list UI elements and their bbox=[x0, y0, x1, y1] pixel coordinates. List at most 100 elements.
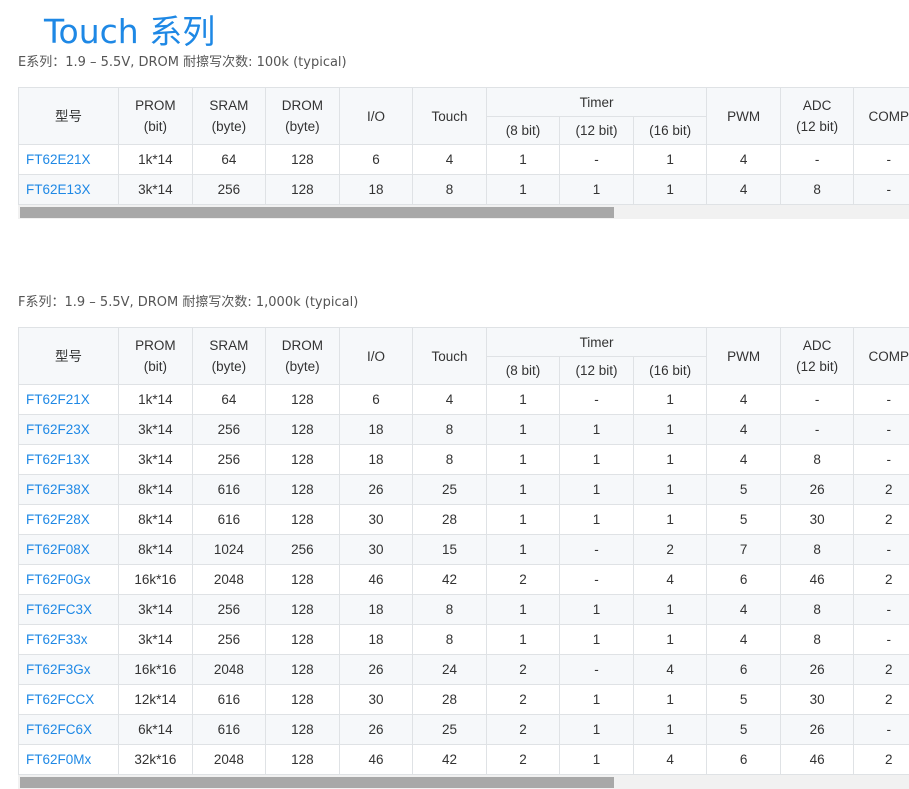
cell-timer-8bit: 2 bbox=[486, 715, 560, 745]
cell-sram: 616 bbox=[192, 685, 266, 715]
cell-pwm: 5 bbox=[707, 475, 781, 505]
series-e-scrollbar-thumb[interactable] bbox=[20, 207, 614, 218]
col-header-comp: COMP bbox=[854, 328, 909, 385]
cell-comp: - bbox=[854, 445, 909, 475]
col-header-prom: PROM(bit) bbox=[119, 88, 193, 145]
cell-prom: 1k*14 bbox=[119, 145, 193, 175]
series-e-horizontal-scrollbar[interactable] bbox=[18, 205, 909, 219]
cell-adc: - bbox=[780, 415, 854, 445]
cell-touch: 8 bbox=[413, 625, 487, 655]
model-link[interactable]: FT62E21X bbox=[19, 145, 119, 175]
cell-touch: 42 bbox=[413, 745, 487, 775]
model-link[interactable]: FT62FC6X bbox=[19, 715, 119, 745]
cell-drom: 128 bbox=[266, 655, 340, 685]
col-header-adc: ADC(12 bit) bbox=[780, 328, 854, 385]
series-f-horizontal-scrollbar[interactable] bbox=[18, 775, 909, 789]
cell-drom: 128 bbox=[266, 745, 340, 775]
series-e-description: E系列：1.9 – 5.5V, DROM 耐擦写次数: 100k (typica… bbox=[18, 54, 347, 72]
cell-drom: 128 bbox=[266, 505, 340, 535]
col-header-model: 型号 bbox=[19, 328, 119, 385]
cell-timer-12bit: 1 bbox=[560, 175, 634, 205]
col-header-timer-16bit: (16 bit) bbox=[633, 117, 707, 145]
cell-adc: 8 bbox=[780, 175, 854, 205]
table-row: FT62FC3X3k*1425612818811148- bbox=[19, 595, 909, 625]
col-header-io: I/O bbox=[339, 328, 413, 385]
cell-sram: 64 bbox=[192, 145, 266, 175]
model-link[interactable]: FT62F23X bbox=[19, 415, 119, 445]
col-header-sram: SRAM(byte) bbox=[192, 88, 266, 145]
cell-pwm: 4 bbox=[707, 625, 781, 655]
col-header-timer: Timer bbox=[486, 88, 707, 117]
cell-pwm: 5 bbox=[707, 715, 781, 745]
cell-drom: 128 bbox=[266, 595, 340, 625]
cell-pwm: 5 bbox=[707, 505, 781, 535]
cell-prom: 3k*14 bbox=[119, 625, 193, 655]
cell-timer-16bit: 2 bbox=[633, 535, 707, 565]
cell-timer-16bit: 1 bbox=[633, 505, 707, 535]
cell-adc: 26 bbox=[780, 655, 854, 685]
cell-adc: 8 bbox=[780, 625, 854, 655]
cell-comp: - bbox=[854, 385, 909, 415]
cell-touch: 4 bbox=[413, 385, 487, 415]
cell-timer-8bit: 2 bbox=[486, 655, 560, 685]
cell-timer-8bit: 1 bbox=[486, 145, 560, 175]
cell-io: 18 bbox=[339, 415, 413, 445]
col-header-pwm: PWM bbox=[707, 88, 781, 145]
model-link[interactable]: FT62F13X bbox=[19, 445, 119, 475]
model-link[interactable]: FT62F0Mx bbox=[19, 745, 119, 775]
cell-timer-16bit: 1 bbox=[633, 715, 707, 745]
col-header-touch: Touch bbox=[413, 328, 487, 385]
cell-sram: 256 bbox=[192, 175, 266, 205]
cell-comp: 2 bbox=[854, 655, 909, 685]
cell-sram: 256 bbox=[192, 595, 266, 625]
cell-sram: 2048 bbox=[192, 745, 266, 775]
model-link[interactable]: FT62F08X bbox=[19, 535, 119, 565]
col-header-sram: SRAM(byte) bbox=[192, 328, 266, 385]
cell-drom: 128 bbox=[266, 415, 340, 445]
col-header-io: I/O bbox=[339, 88, 413, 145]
cell-comp: 2 bbox=[854, 475, 909, 505]
cell-adc: 30 bbox=[780, 505, 854, 535]
cell-io: 30 bbox=[339, 535, 413, 565]
table-row: FT62FC6X6k*146161282625211526- bbox=[19, 715, 909, 745]
cell-timer-8bit: 1 bbox=[486, 475, 560, 505]
cell-drom: 256 bbox=[266, 535, 340, 565]
cell-prom: 3k*14 bbox=[119, 175, 193, 205]
cell-prom: 3k*14 bbox=[119, 415, 193, 445]
series-f-table-body: FT62F21X1k*1464128641-14--FT62F23X3k*142… bbox=[19, 385, 909, 775]
cell-adc: 26 bbox=[780, 475, 854, 505]
cell-timer-12bit: 1 bbox=[560, 415, 634, 445]
cell-io: 46 bbox=[339, 565, 413, 595]
cell-prom: 16k*16 bbox=[119, 565, 193, 595]
cell-io: 26 bbox=[339, 715, 413, 745]
page-title: Touch 系列 bbox=[44, 10, 215, 54]
series-f-scrollbar-thumb[interactable] bbox=[20, 777, 614, 788]
cell-io: 30 bbox=[339, 505, 413, 535]
cell-sram: 256 bbox=[192, 625, 266, 655]
cell-comp: - bbox=[854, 145, 909, 175]
model-link[interactable]: FT62E13X bbox=[19, 175, 119, 205]
cell-sram: 2048 bbox=[192, 565, 266, 595]
cell-timer-12bit: 1 bbox=[560, 685, 634, 715]
table-row: FT62F38X8k*1461612826251115262 bbox=[19, 475, 909, 505]
cell-timer-16bit: 4 bbox=[633, 565, 707, 595]
cell-prom: 8k*14 bbox=[119, 535, 193, 565]
model-link[interactable]: FT62F33x bbox=[19, 625, 119, 655]
col-header-model: 型号 bbox=[19, 88, 119, 145]
model-link[interactable]: FT62F28X bbox=[19, 505, 119, 535]
model-link[interactable]: FT62F38X bbox=[19, 475, 119, 505]
model-link[interactable]: FT62FCCX bbox=[19, 685, 119, 715]
cell-pwm: 4 bbox=[707, 145, 781, 175]
model-link[interactable]: FT62F21X bbox=[19, 385, 119, 415]
series-e-table-body: FT62E21X1k*1464128641-14--FT62E13X3k*142… bbox=[19, 145, 909, 205]
cell-touch: 25 bbox=[413, 715, 487, 745]
cell-touch: 8 bbox=[413, 175, 487, 205]
model-link[interactable]: FT62F0Gx bbox=[19, 565, 119, 595]
cell-comp: 2 bbox=[854, 745, 909, 775]
model-link[interactable]: FT62F3Gx bbox=[19, 655, 119, 685]
col-header-adc: ADC(12 bit) bbox=[780, 88, 854, 145]
model-link[interactable]: FT62FC3X bbox=[19, 595, 119, 625]
cell-pwm: 5 bbox=[707, 685, 781, 715]
cell-touch: 4 bbox=[413, 145, 487, 175]
table-row: FT62E13X3k*1425612818811148- bbox=[19, 175, 909, 205]
